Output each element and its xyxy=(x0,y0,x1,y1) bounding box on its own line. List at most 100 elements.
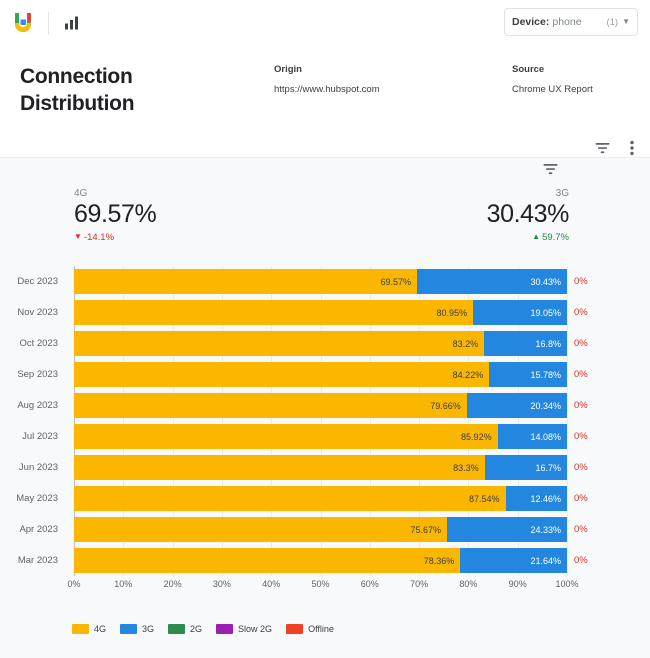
bar-segment-label: 75.67% xyxy=(410,524,442,535)
legend-item-3g[interactable]: 3G xyxy=(120,624,154,634)
bar-segment-label: 79.66% xyxy=(430,400,461,411)
stacked-bar-chart: Dec 2023 69.57% 30.43% 0% Nov 2023 80.95% 19.0… xyxy=(0,266,650,589)
bar-segment-3g[interactable]: 15.78% xyxy=(489,362,567,387)
row-category-label: Oct 2023 xyxy=(19,338,58,349)
row-annotation: 0% xyxy=(574,369,588,380)
bar-segment-3g[interactable]: 14.08% xyxy=(497,424,567,449)
source-label: Source xyxy=(512,64,545,75)
chart-filter-button[interactable] xyxy=(543,163,561,179)
bar-segment-4g[interactable]: 79.66% xyxy=(74,393,467,418)
bar-segment-label: 87.54% xyxy=(469,493,500,504)
crux-dashboard-logo-icon[interactable] xyxy=(12,11,34,35)
kpi-4g-name: 4G xyxy=(74,188,88,199)
row-bars: 80.95% 19.05% xyxy=(74,300,567,325)
legend-label: 4G xyxy=(94,624,107,634)
bar-segment-label: 84.22% xyxy=(452,369,484,380)
legend-swatch xyxy=(72,624,89,634)
bar-segment-label: 14.08% xyxy=(530,431,561,442)
bar-segment-4g[interactable]: 87.54% xyxy=(74,486,506,511)
bar-segment-3g[interactable]: 24.33% xyxy=(447,517,567,542)
x-axis-tick-label: 10% xyxy=(114,579,133,589)
kpi-4g-delta: ▼ -14.1% xyxy=(74,232,156,243)
more-vertical-icon xyxy=(630,140,634,156)
kpi-4g: 4G 69.57% ▼ -14.1% xyxy=(74,188,157,243)
row-annotation: 0% xyxy=(574,462,588,473)
bar-segment-3g[interactable]: 19.05% xyxy=(473,300,567,325)
kpi-3g-delta-value: 59.7% xyxy=(542,231,569,243)
device-value: phone xyxy=(552,16,582,28)
toolbar xyxy=(592,138,642,158)
filter-button[interactable] xyxy=(592,138,612,158)
row-bars: 69.57% 30.43% xyxy=(74,269,567,294)
legend-item-4g[interactable]: 4G xyxy=(72,624,106,634)
chart-row: Mar 2023 78.36% 21.64% 0% xyxy=(0,545,650,576)
bar-segment-label: 19.05% xyxy=(530,307,561,318)
bar-segment-label: 80.95% xyxy=(436,307,468,318)
top-bar: Device: phone (1) ▼ xyxy=(0,0,650,46)
row-annotation: 0% xyxy=(574,400,588,411)
row-bars: 78.36% 21.64% xyxy=(74,548,567,573)
device-selector[interactable]: Device: phone (1) ▼ xyxy=(504,8,638,36)
x-axis-tick-label: 90% xyxy=(508,579,527,589)
chart-row: Apr 2023 75.67% 24.33% 0% xyxy=(0,514,650,545)
x-axis-tick-label: 0% xyxy=(67,579,81,589)
row-category-label: Jul 2023 xyxy=(22,431,58,442)
bar-segment-label: 78.36% xyxy=(423,555,455,566)
bar-segment-4g[interactable]: 78.36% xyxy=(74,548,461,573)
row-bars: 87.54% 12.46% xyxy=(74,486,567,511)
bar-segment-label: 83.3% xyxy=(453,462,479,473)
source-value: Chrome UX Report xyxy=(512,84,593,95)
bar-segment-label: 16.8% xyxy=(535,338,561,349)
row-category-label: Nov 2023 xyxy=(17,307,58,318)
row-category-label: Sep 2023 xyxy=(17,369,58,380)
bar-segment-4g[interactable]: 85.92% xyxy=(74,424,498,449)
row-bars: 75.67% 24.33% xyxy=(74,517,567,542)
legend-label: Offline xyxy=(308,624,334,634)
bar-segment-3g[interactable]: 12.46% xyxy=(505,486,567,511)
origin-value: https://www.hubspot.com xyxy=(274,84,380,95)
bar-segment-3g[interactable]: 16.7% xyxy=(484,455,567,480)
bar-segment-label: 69.57% xyxy=(380,276,411,287)
bar-segment-4g[interactable]: 80.95% xyxy=(74,300,474,325)
x-axis-tick-label: 80% xyxy=(459,579,478,589)
bar-segment-3g[interactable]: 16.8% xyxy=(484,331,567,356)
bar-segment-4g[interactable]: 83.2% xyxy=(74,331,485,356)
bar-segment-3g[interactable]: 20.34% xyxy=(466,393,567,418)
x-axis-tick-label: 70% xyxy=(410,579,429,589)
legend-item-offline[interactable]: Offline xyxy=(286,624,334,634)
chart-row: Jul 2023 85.92% 14.08% 0% xyxy=(0,421,650,452)
kpi-3g-value: 30.43% xyxy=(486,200,570,228)
origin-block: Origin https://www.hubspot.com xyxy=(274,64,380,95)
x-axis-tick-label: 50% xyxy=(311,579,330,589)
row-annotation: 0% xyxy=(574,338,588,349)
x-axis-tick-label: 20% xyxy=(163,579,182,589)
bar-segment-4g[interactable]: 83.3% xyxy=(74,455,485,480)
row-category-label: Apr 2023 xyxy=(19,524,58,535)
legend-swatch xyxy=(216,624,234,634)
legend-label: Slow 2G xyxy=(238,624,273,634)
row-annotation: 0% xyxy=(574,431,588,442)
chart-legend: 4G 3G 2G Slow 2G Offline xyxy=(72,624,334,634)
chart-row: Jun 2023 83.3% 16.7% 0% xyxy=(0,452,650,483)
bar-segment-3g[interactable]: 21.64% xyxy=(460,548,567,573)
row-bars: 79.66% 20.34% xyxy=(74,393,567,418)
legend-item-2g[interactable]: 2G xyxy=(168,624,202,634)
bar-segment-4g[interactable]: 75.67% xyxy=(74,517,448,542)
row-annotation: 0% xyxy=(574,276,588,287)
row-annotation: 0% xyxy=(574,307,588,318)
bar-chart-icon[interactable] xyxy=(63,14,81,32)
bar-segment-4g[interactable]: 69.57% xyxy=(74,269,417,294)
source-block: Source Chrome UX Report xyxy=(512,64,593,95)
legend-label: 2G xyxy=(190,624,203,634)
bar-segment-label: 16.7% xyxy=(535,462,561,473)
legend-item-slow-2g[interactable]: Slow 2G xyxy=(216,624,272,634)
legend-label: 3G xyxy=(142,624,155,634)
origin-label: Origin xyxy=(274,64,302,75)
row-category-label: May 2023 xyxy=(16,493,58,504)
bar-segment-4g[interactable]: 84.22% xyxy=(74,362,490,387)
row-annotation: 0% xyxy=(574,493,588,504)
bar-segment-3g[interactable]: 30.43% xyxy=(416,269,567,294)
connection-distribution-page: Device: phone (1) ▼ Connection Distribut… xyxy=(0,0,650,658)
more-options-button[interactable] xyxy=(622,138,642,158)
page-title: Connection Distribution xyxy=(20,65,135,115)
